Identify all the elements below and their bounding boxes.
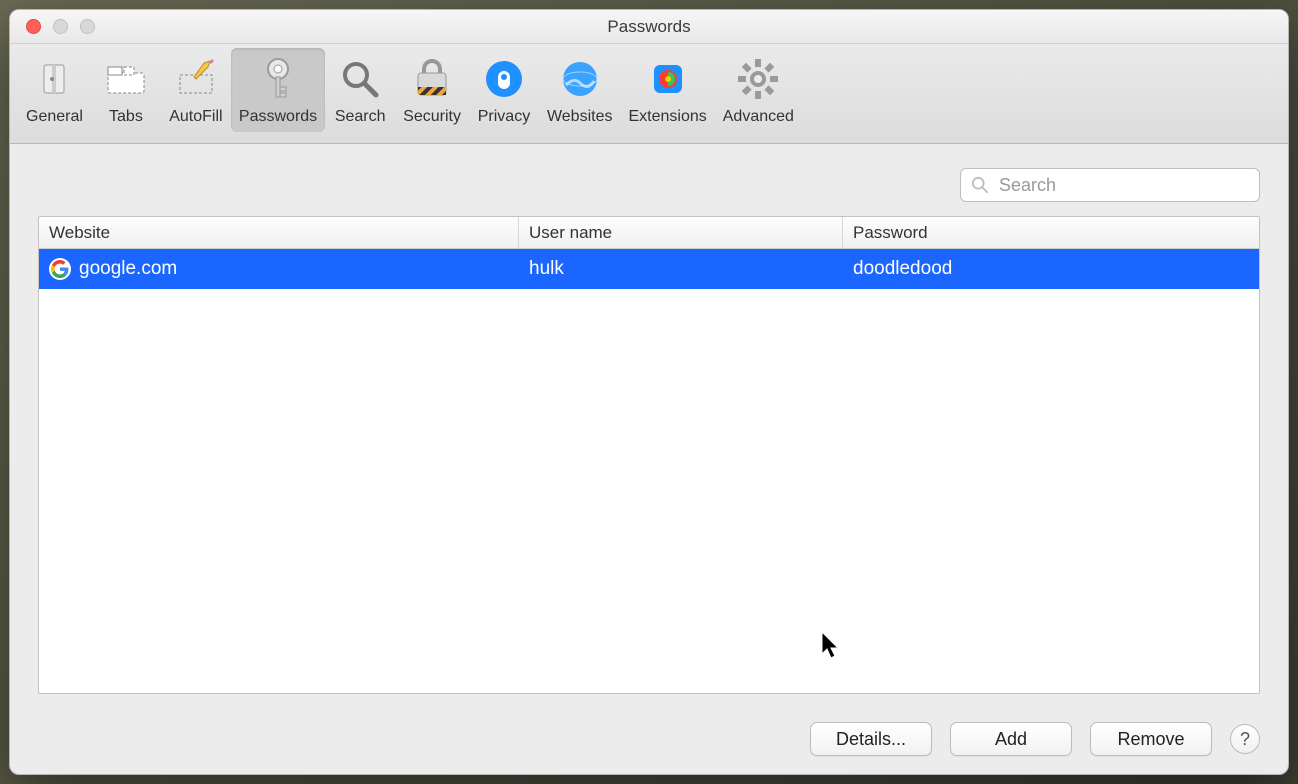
passwords-icon (254, 52, 302, 106)
general-icon (30, 52, 78, 106)
websites-icon (556, 52, 604, 106)
search-icon (336, 52, 384, 106)
toolbar-passwords[interactable]: Passwords (231, 48, 325, 132)
toolbar-label: Websites (547, 108, 613, 126)
toolbar-security[interactable]: Security (395, 48, 469, 132)
toolbar-websites[interactable]: Websites (539, 48, 621, 132)
table-header: Website User name Password (39, 217, 1259, 249)
toolbar-general[interactable]: General (18, 48, 91, 132)
advanced-icon (734, 52, 782, 106)
toolbar-tabs[interactable]: Tabs (91, 48, 161, 132)
preferences-toolbar: General Tabs (10, 44, 1288, 144)
search-input[interactable] (997, 174, 1249, 197)
toolbar-search[interactable]: Search (325, 48, 395, 132)
cell-website: google.com (79, 258, 177, 280)
cell-username: hulk (529, 258, 564, 280)
column-username[interactable]: User name (519, 217, 843, 248)
toolbar-label: Extensions (628, 108, 706, 126)
search-field-container (960, 168, 1260, 202)
toolbar-label: Advanced (723, 108, 794, 126)
column-password[interactable]: Password (843, 217, 1259, 248)
remove-button[interactable]: Remove (1090, 722, 1212, 756)
help-button[interactable]: ? (1230, 724, 1260, 754)
table-body[interactable]: google.com hulk doodledood (39, 249, 1259, 693)
autofill-icon (172, 52, 220, 106)
window-controls (10, 19, 95, 34)
toolbar-label: Privacy (478, 108, 530, 126)
zoom-window-button[interactable] (80, 19, 95, 34)
search-icon (971, 176, 989, 194)
preferences-window: Passwords General (9, 9, 1289, 775)
toolbar-label: Security (403, 108, 461, 126)
toolbar-label: Tabs (109, 108, 143, 126)
google-favicon (49, 258, 71, 280)
details-button[interactable]: Details... (810, 722, 932, 756)
toolbar-label: Passwords (239, 108, 317, 126)
toolbar-privacy[interactable]: Privacy (469, 48, 539, 132)
security-icon (408, 52, 456, 106)
passwords-pane: Website User name Password (10, 144, 1288, 706)
footer: Details... Add Remove ? (10, 706, 1288, 774)
titlebar: Passwords (10, 10, 1288, 44)
window-title: Passwords (10, 17, 1288, 37)
cell-password: doodledood (853, 258, 952, 280)
toolbar-label: AutoFill (169, 108, 222, 126)
toolbar-autofill[interactable]: AutoFill (161, 48, 231, 132)
toolbar-label: General (26, 108, 83, 126)
minimize-window-button[interactable] (53, 19, 68, 34)
column-website[interactable]: Website (39, 217, 519, 248)
toolbar-extensions[interactable]: Extensions (620, 48, 714, 132)
tabs-icon (102, 52, 150, 106)
privacy-icon (480, 52, 528, 106)
passwords-table: Website User name Password (38, 216, 1260, 694)
toolbar-advanced[interactable]: Advanced (715, 48, 802, 132)
toolbar-label: Search (335, 108, 386, 126)
close-window-button[interactable] (26, 19, 41, 34)
table-row[interactable]: google.com hulk doodledood (39, 249, 1259, 289)
extensions-icon (644, 52, 692, 106)
add-button[interactable]: Add (950, 722, 1072, 756)
